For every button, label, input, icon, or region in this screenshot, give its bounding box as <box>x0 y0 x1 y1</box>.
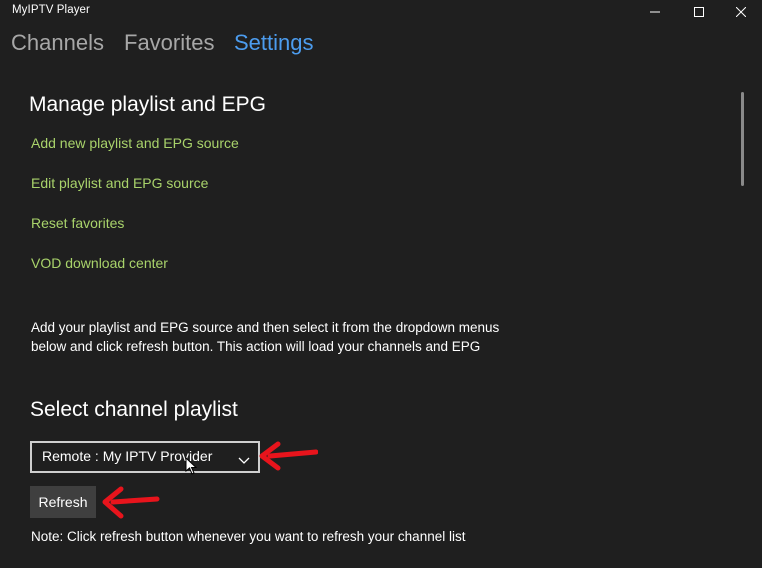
minimize-button[interactable] <box>632 0 678 24</box>
add-playlist-link[interactable]: Add new playlist and EPG source <box>31 135 239 151</box>
tab-favorites[interactable]: Favorites <box>124 30 214 56</box>
instructions-text: Add your playlist and EPG source and the… <box>31 320 500 354</box>
close-icon <box>736 7 746 17</box>
refresh-note: Note: Click refresh button whenever you … <box>31 529 466 544</box>
edit-playlist-link[interactable]: Edit playlist and EPG source <box>31 175 208 191</box>
maximize-button[interactable] <box>676 0 722 24</box>
refresh-button[interactable]: Refresh <box>30 486 96 518</box>
vod-download-center-link[interactable]: VOD download center <box>31 255 168 271</box>
window-title: MyIPTV Player <box>12 4 90 16</box>
tab-channels[interactable]: Channels <box>11 30 104 56</box>
arrow-annotation-icon <box>258 441 319 476</box>
arrow-annotation-icon <box>101 486 161 525</box>
playlist-dropdown[interactable]: Remote : My IPTV Provider <box>30 441 260 473</box>
mouse-pointer-icon <box>185 456 198 480</box>
close-button[interactable] <box>718 0 762 24</box>
select-playlist-title: Select channel playlist <box>30 398 238 421</box>
chevron-down-icon <box>238 452 250 470</box>
scrollbar-thumb[interactable] <box>741 92 744 186</box>
minimize-icon <box>650 7 660 17</box>
title-bar: MyIPTV Player <box>0 0 762 24</box>
manage-section-title: Manage playlist and EPG <box>29 93 266 116</box>
maximize-icon <box>694 7 704 17</box>
reset-favorites-link[interactable]: Reset favorites <box>31 215 124 231</box>
tab-settings[interactable]: Settings <box>234 30 314 56</box>
